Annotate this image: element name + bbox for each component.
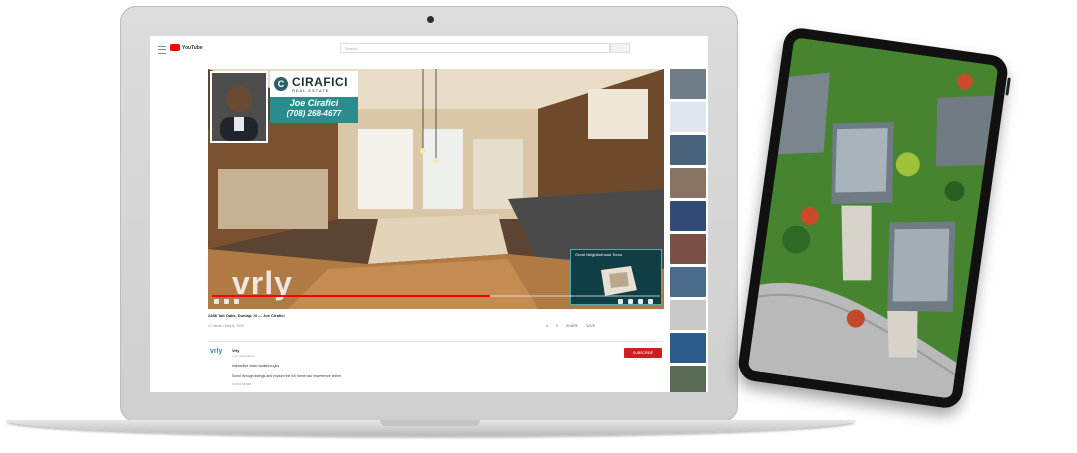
brokerage-logo: C CIRAFICI REAL ESTATE	[270, 71, 358, 97]
save-button[interactable]: SAVE	[586, 324, 595, 328]
volume-icon[interactable]	[234, 299, 239, 304]
channel-subscribers: 1.1K subscribers	[232, 354, 255, 358]
youtube-play-icon	[170, 44, 180, 51]
share-button[interactable]: SHARE	[566, 324, 578, 328]
webcam	[427, 16, 434, 23]
aerial-neighborhood-photo	[747, 37, 999, 399]
dislike-button[interactable]: 0	[556, 324, 558, 328]
related-video-thumbnail[interactable]	[670, 135, 706, 165]
related-video-thumbnail[interactable]	[670, 102, 706, 132]
agent-phone: (708) 268-4677	[286, 109, 342, 118]
play-icon[interactable]	[214, 299, 219, 304]
channel-name[interactable]: Vrly	[232, 348, 239, 353]
subscribe-button[interactable]: SUBSCRIBE	[624, 348, 662, 358]
fullscreen-icon[interactable]	[648, 299, 653, 304]
agent-name: Joe Cirafici	[289, 98, 339, 108]
theater-icon[interactable]	[628, 299, 633, 304]
video-player[interactable]: C CIRAFICI REAL ESTATE Joe Cirafici (708…	[208, 69, 664, 309]
laptop-notch	[380, 420, 480, 426]
video-controls	[214, 299, 658, 307]
tablet-screen	[747, 37, 999, 399]
channel-avatar[interactable]: vrly	[210, 348, 222, 355]
next-icon[interactable]	[224, 299, 229, 304]
cast-icon[interactable]	[638, 299, 643, 304]
agent-info-panel: C CIRAFICI REAL ESTATE Joe Cirafici (708…	[270, 71, 358, 123]
pip-title: Great Neighborhood Tours	[575, 252, 623, 257]
search-input[interactable]: Search	[340, 43, 610, 53]
settings-icon[interactable]	[618, 299, 623, 304]
search-button[interactable]	[610, 43, 630, 53]
youtube-logo[interactable]: YouTube	[170, 44, 203, 51]
related-video-thumbnail[interactable]	[670, 300, 706, 330]
video-meta: 17 views • May 8, 2020	[208, 324, 245, 328]
youtube-wordmark: YouTube	[182, 44, 203, 51]
tablet-device	[736, 26, 1011, 410]
youtube-header: YouTube Search	[150, 36, 708, 62]
divider	[208, 341, 664, 342]
related-video-thumbnail[interactable]	[670, 234, 706, 264]
related-video-thumbnail[interactable]	[670, 366, 706, 392]
video-actions: 4 0 SHARE SAVE	[546, 324, 595, 328]
related-video-thumbnail[interactable]	[670, 69, 706, 99]
laptop-screen: YouTube Search C CIRAFICI REAL ESTATE Jo…	[150, 36, 708, 392]
tablet-side-button	[1005, 77, 1011, 96]
description-line: Interactive video walkthroughs	[232, 364, 280, 368]
agent-overlay-card: C CIRAFICI REAL ESTATE Joe Cirafici (708…	[210, 71, 358, 143]
video-title: 2458 Tall Oaks, Dunlap, Ill — Joe Cirafi…	[208, 313, 285, 318]
like-button[interactable]: 4	[546, 324, 548, 328]
related-video-thumbnail[interactable]	[670, 267, 706, 297]
related-video-thumbnail[interactable]	[670, 333, 706, 363]
menu-icon[interactable]	[158, 46, 166, 54]
video-progress-fill	[212, 295, 490, 297]
video-progress-bar[interactable]	[212, 295, 660, 297]
description-line: Scroll through listings and explore the …	[232, 374, 341, 378]
related-video-thumbnail[interactable]	[670, 168, 706, 198]
brokerage-icon: C	[274, 77, 288, 91]
agent-photo	[210, 71, 268, 143]
show-more-link[interactable]: SHOW MORE	[232, 382, 251, 386]
related-video-thumbnail[interactable]	[670, 201, 706, 231]
brokerage-subtitle: REAL ESTATE	[292, 87, 330, 93]
brokerage-name: CIRAFICI	[292, 74, 348, 89]
